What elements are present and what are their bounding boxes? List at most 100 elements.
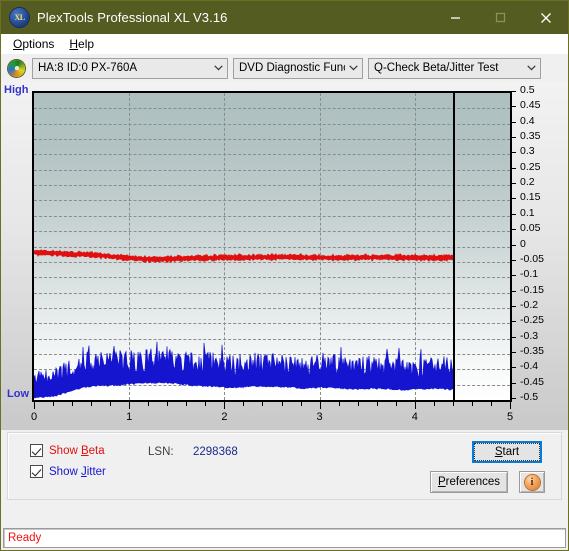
menu-item-options[interactable]: OOptionsptions bbox=[7, 36, 63, 52]
chevron-down-icon bbox=[345, 65, 362, 71]
y-axis-tick-label: 0.15 bbox=[520, 191, 541, 204]
test-select[interactable]: Q-Check Beta/Jitter Test bbox=[368, 57, 541, 79]
series-show-beta bbox=[34, 249, 454, 264]
x-axis-tick-minor bbox=[72, 402, 74, 406]
function-select[interactable]: DVD Diagnostic Functions bbox=[233, 57, 363, 79]
y-axis-tick-mark bbox=[512, 275, 516, 277]
y-axis-tick-label: -0.35 bbox=[520, 344, 544, 357]
x-axis-tick-minor bbox=[300, 402, 302, 406]
show-beta-checkbox[interactable] bbox=[30, 444, 43, 457]
x-axis-tick-major bbox=[129, 402, 131, 409]
y-axis-tick-mark bbox=[512, 398, 516, 399]
show-jitter-label: Show Jitter bbox=[49, 465, 106, 478]
test-select-value: Q-Check Beta/Jitter Test bbox=[374, 62, 499, 74]
status-text: Ready bbox=[8, 532, 42, 544]
start-button[interactable]: Start bbox=[472, 441, 542, 463]
y-axis-tick-mark bbox=[512, 213, 516, 215]
y-axis-tick-mark bbox=[512, 183, 516, 185]
y-axis-tick-label: 0.3 bbox=[520, 145, 535, 158]
maximize-icon[interactable] bbox=[478, 1, 523, 34]
x-axis-tick-minor bbox=[281, 402, 283, 406]
plot-area bbox=[32, 91, 512, 402]
y-axis-tick-label: 0.35 bbox=[520, 130, 541, 143]
info-icon: i bbox=[524, 474, 540, 490]
x-axis-tick-label: 2 bbox=[221, 411, 228, 423]
y-axis-tick-mark bbox=[512, 367, 516, 369]
x-axis-tick-major bbox=[319, 402, 321, 409]
lsn-label: LSN: bbox=[148, 446, 174, 458]
function-select-value: DVD Diagnostic Functions bbox=[239, 62, 345, 74]
y-axis-tick-label: 0.4 bbox=[520, 114, 535, 127]
x-axis-tick-minor bbox=[53, 402, 55, 406]
y-axis-tick-mark bbox=[512, 290, 516, 292]
y-axis-tick-mark bbox=[512, 198, 516, 200]
show-beta-label: Show Beta bbox=[49, 444, 105, 457]
x-axis-tick-major bbox=[34, 402, 35, 409]
window-controls bbox=[433, 1, 568, 34]
chevron-down-icon bbox=[523, 65, 540, 71]
close-icon[interactable] bbox=[523, 1, 568, 34]
x-axis-tick-minor bbox=[376, 402, 378, 406]
drive-select[interactable]: HA:8 ID:0 PX-760A bbox=[32, 57, 228, 79]
x-axis-tick-minor bbox=[262, 402, 264, 406]
data-end-marker bbox=[452, 93, 455, 400]
x-axis-tick-major bbox=[414, 402, 416, 409]
chart-traces bbox=[34, 249, 454, 399]
info-button[interactable]: i bbox=[519, 471, 545, 493]
y-axis-tick-label: -0.1 bbox=[520, 268, 539, 281]
y-axis-tick-mark bbox=[512, 121, 516, 123]
y-axis-tick-mark bbox=[512, 152, 516, 154]
toolbar: HA:8 ID:0 PX-760A DVD Diagnostic Functio… bbox=[1, 54, 568, 82]
minimize-icon[interactable] bbox=[433, 1, 478, 34]
y-axis-tick-mark bbox=[512, 244, 516, 246]
axis-label-low: Low bbox=[7, 388, 29, 400]
y-axis-tick-label: -0.45 bbox=[520, 375, 544, 388]
x-axis-tick-minor bbox=[357, 402, 359, 406]
chart-panel: High Low 0.5 0.45 0.4 0.35 0.3 0.25 0.2 0.15 0.1… bbox=[1, 82, 568, 430]
y-axis-tick-mark bbox=[512, 91, 516, 92]
y-axis-tick-mark bbox=[512, 259, 516, 261]
controls-panel: Show Beta Show Jitter LSN: 2298368 Start… bbox=[7, 432, 562, 500]
y-axis-tick-label: 0 bbox=[520, 237, 526, 250]
series-show-jitter bbox=[34, 341, 454, 399]
xl-logo-icon: XL bbox=[10, 8, 29, 27]
y-axis-tick-label: 0.25 bbox=[520, 160, 541, 173]
x-axis-tick-minor bbox=[433, 402, 435, 406]
y-axis-tick-label: -0.2 bbox=[520, 298, 539, 311]
y-axis-tick-mark bbox=[512, 382, 516, 384]
lsn-value: 2298368 bbox=[193, 446, 238, 458]
x-axis-tick-minor bbox=[167, 402, 169, 406]
y-axis-tick-label: 0.05 bbox=[520, 222, 541, 235]
x-axis-tick-major bbox=[510, 402, 511, 409]
show-beta-checkbox-row[interactable]: Show Beta bbox=[30, 444, 105, 457]
x-axis-tick-major bbox=[224, 402, 226, 409]
x-axis-tick-label: 4 bbox=[411, 411, 418, 423]
x-axis-tick-minor bbox=[205, 402, 207, 406]
y-axis-tick-mark bbox=[512, 351, 516, 353]
y-axis-tick-mark bbox=[512, 229, 516, 231]
start-button-focus-ring: Start bbox=[474, 443, 540, 461]
x-axis-tick-minor bbox=[91, 402, 93, 406]
menu-item-help[interactable]: Help bbox=[63, 36, 103, 52]
x-axis-tick-minor bbox=[452, 402, 454, 406]
y-axis-tick-label: -0.4 bbox=[520, 360, 539, 373]
x-axis-tick-label: 5 bbox=[506, 411, 514, 423]
x-axis-tick-minor bbox=[395, 402, 397, 406]
preferences-button[interactable]: Preferences bbox=[430, 471, 508, 493]
x-axis-tick-minor bbox=[471, 402, 473, 406]
show-jitter-checkbox[interactable] bbox=[30, 465, 43, 478]
y-axis-tick-label: 0.2 bbox=[520, 176, 535, 189]
drive-select-value: HA:8 ID:0 PX-760A bbox=[38, 62, 138, 74]
show-jitter-checkbox-row[interactable]: Show Jitter bbox=[30, 465, 106, 478]
y-axis-tick-mark bbox=[512, 305, 516, 307]
x-axis-tick-minor bbox=[338, 402, 340, 406]
menu-bar: OOptionsptions Help bbox=[1, 34, 568, 54]
y-axis-tick-label: 0.1 bbox=[520, 206, 535, 219]
status-bar: Ready bbox=[3, 528, 566, 548]
y-axis-tick-label: -0.15 bbox=[520, 283, 544, 296]
x-axis: 0 1 2 3 4 5 bbox=[31, 402, 516, 428]
y-axis-tick-mark bbox=[512, 336, 516, 338]
y-axis-tick-mark bbox=[512, 321, 516, 323]
optical-disc-icon bbox=[8, 59, 25, 77]
chevron-down-icon bbox=[210, 65, 227, 71]
